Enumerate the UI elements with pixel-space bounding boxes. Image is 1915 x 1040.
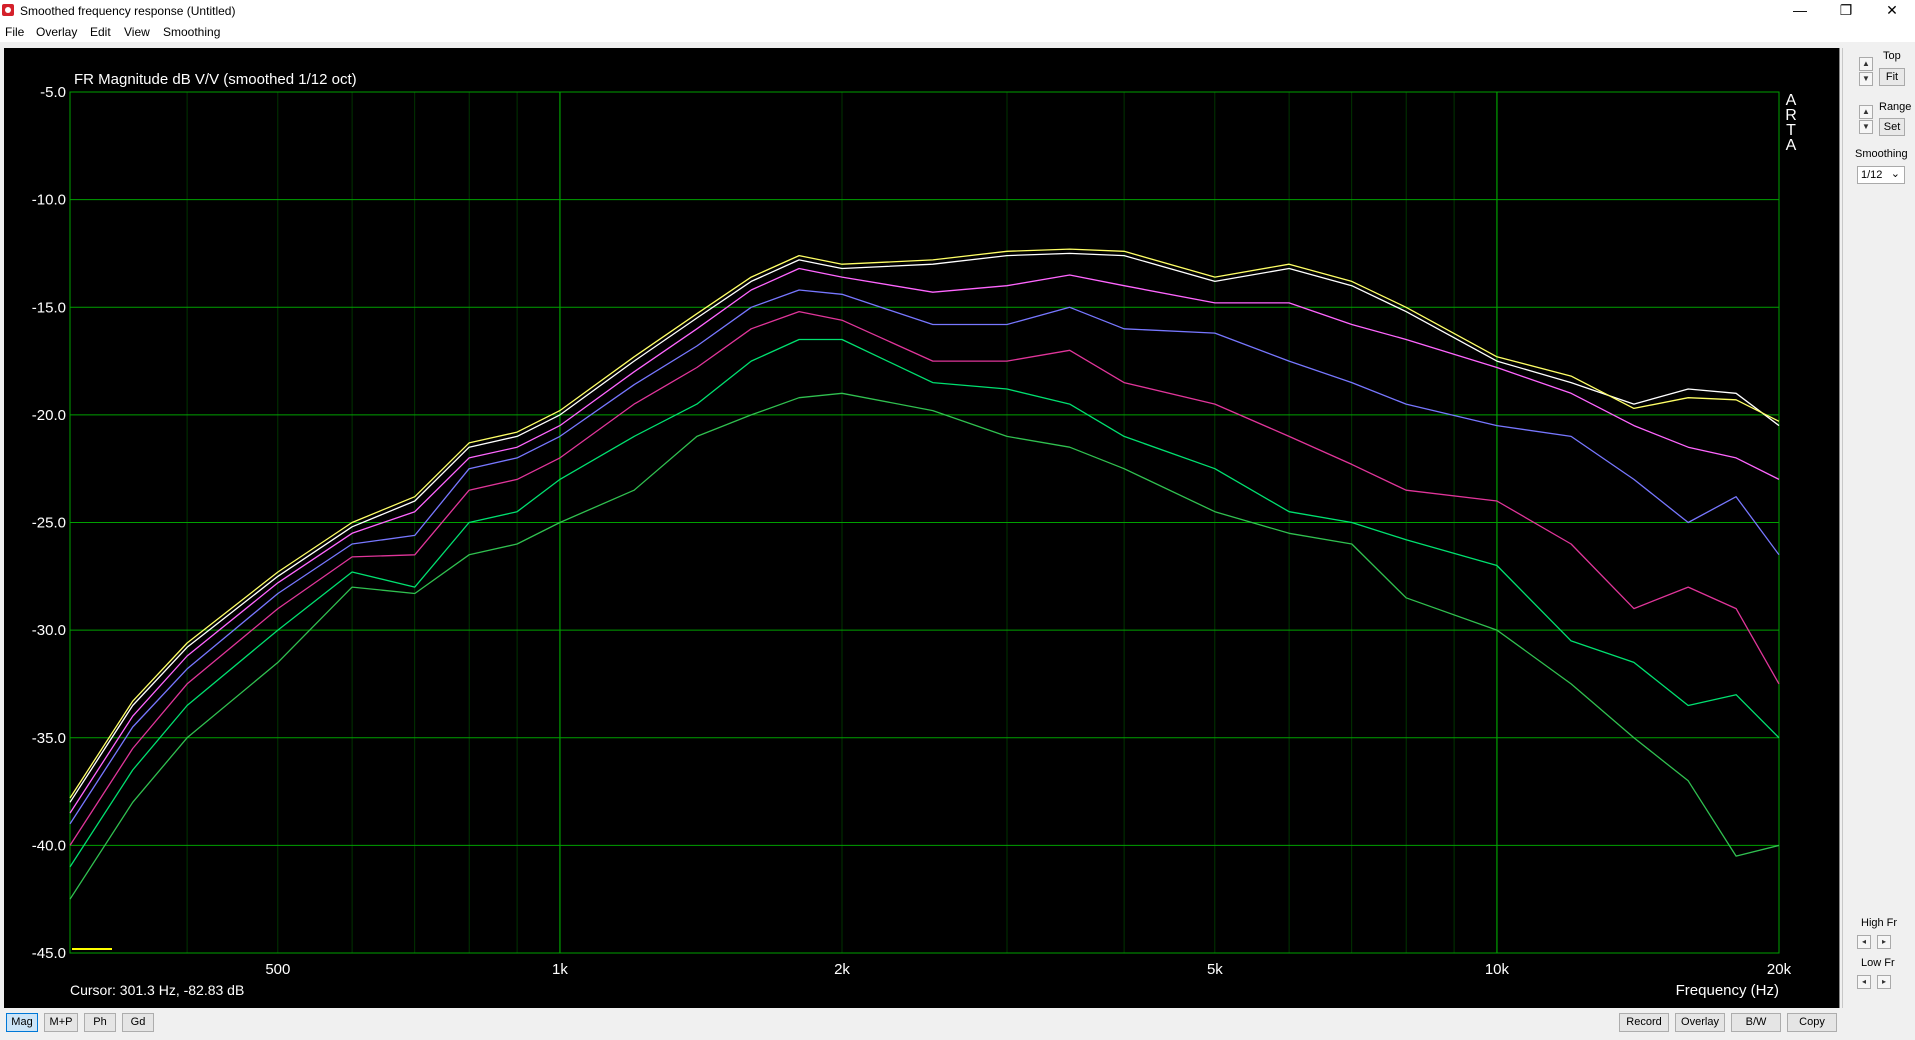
series-line-6 xyxy=(69,338,1780,868)
x-tick-label: 10k xyxy=(1485,961,1510,978)
fit-button[interactable]: Fit xyxy=(1879,68,1905,86)
top-label: Top xyxy=(1883,50,1901,62)
cursor-readout: Cursor: 301.3 Hz, -82.83 dB xyxy=(70,982,244,998)
smoothing-value: 1/12 xyxy=(1861,169,1883,181)
set-button[interactable]: Set xyxy=(1879,118,1905,136)
high-fr-label: High Fr xyxy=(1861,917,1898,929)
low-fr-label: Low Fr xyxy=(1861,957,1895,969)
high-fr-right-spin[interactable]: ▸ xyxy=(1877,935,1891,949)
title-bar: Smoothed frequency response (Untitled) —… xyxy=(0,0,1915,22)
minimize-button[interactable]: — xyxy=(1777,0,1823,22)
menu-file[interactable]: File xyxy=(5,25,24,39)
y-tick-label: -40.0 xyxy=(32,837,66,854)
smoothing-select[interactable]: 1/12 ⌄ xyxy=(1857,166,1905,184)
mag-phase-button[interactable]: M+P xyxy=(44,1013,78,1032)
y-tick-label: -15.0 xyxy=(32,299,66,316)
low-fr-right-spin[interactable]: ▸ xyxy=(1877,975,1891,989)
chevron-down-icon: ⌄ xyxy=(1890,168,1900,180)
y-tick-label: -35.0 xyxy=(32,730,66,747)
menu-smoothing[interactable]: Smoothing xyxy=(163,25,220,39)
x-tick-label: 5k xyxy=(1207,961,1223,978)
restore-button[interactable]: ❐ xyxy=(1823,0,1869,22)
y-tick-label: -20.0 xyxy=(32,407,66,424)
x-axis-label: Frequency (Hz) xyxy=(1676,982,1779,999)
y-tick-label: -25.0 xyxy=(32,515,66,532)
top-up-spin[interactable]: ▲ xyxy=(1859,57,1873,71)
series-line-1 xyxy=(69,252,1780,803)
x-tick-label: 1k xyxy=(552,961,568,978)
range-down-spin[interactable]: ▼ xyxy=(1859,120,1873,134)
window-title: Smoothed frequency response (Untitled) xyxy=(20,4,236,18)
record-button[interactable]: Record xyxy=(1619,1013,1669,1032)
mag-button[interactable]: Mag xyxy=(6,1013,38,1032)
series-line-7 xyxy=(69,392,1780,900)
series-line-3 xyxy=(69,267,1780,814)
close-button[interactable]: ✕ xyxy=(1869,0,1915,22)
right-panel: ▲ ▼ Top Fit ▲ ▼ Range Set Smoothing 1/12… xyxy=(1842,48,1915,1008)
low-fr-left-spin[interactable]: ◂ xyxy=(1857,975,1871,989)
chart-title: FR Magnitude dB V/V (smoothed 1/12 oct) xyxy=(74,71,357,88)
high-fr-left-spin[interactable]: ◂ xyxy=(1857,935,1871,949)
y-tick-label: -10.0 xyxy=(32,192,66,209)
app-icon xyxy=(2,4,14,16)
range-up-spin[interactable]: ▲ xyxy=(1859,105,1873,119)
phase-button[interactable]: Ph xyxy=(84,1013,116,1032)
series-line-4 xyxy=(69,289,1780,825)
copy-button[interactable]: Copy xyxy=(1787,1013,1837,1032)
x-tick-label: 2k xyxy=(834,961,850,978)
plot-area[interactable]: -5.0 -10.0 -15.0 -20.0 -25.0 -30.0 -35.0 -40.0 -… xyxy=(4,48,1840,1008)
y-tick-label: -30.0 xyxy=(32,622,66,639)
x-tick-label: 500 xyxy=(265,961,290,978)
top-down-spin[interactable]: ▼ xyxy=(1859,72,1873,86)
group-delay-button[interactable]: Gd xyxy=(122,1013,154,1032)
y-tick-label: -45.0 xyxy=(32,945,66,962)
y-tick-label: -5.0 xyxy=(40,84,66,101)
menu-edit[interactable]: Edit xyxy=(90,25,111,39)
arta-logo-letter: A xyxy=(1786,137,1797,154)
bw-button[interactable]: B/W xyxy=(1731,1013,1781,1032)
menu-view[interactable]: View xyxy=(124,25,150,39)
range-label: Range xyxy=(1879,101,1912,113)
overlay-button[interactable]: Overlay xyxy=(1675,1013,1725,1032)
series-line-5 xyxy=(69,310,1780,846)
menu-overlay[interactable]: Overlay xyxy=(36,25,77,39)
smoothing-label: Smoothing xyxy=(1855,148,1908,160)
series-line-2 xyxy=(69,248,1780,799)
menu-bar: File Overlay Edit View Smoothing xyxy=(0,22,1915,42)
x-tick-label: 20k xyxy=(1767,961,1792,978)
frequency-response-chart[interactable]: -5.0 -10.0 -15.0 -20.0 -25.0 -30.0 -35.0 -40.0 -… xyxy=(4,48,1839,1008)
